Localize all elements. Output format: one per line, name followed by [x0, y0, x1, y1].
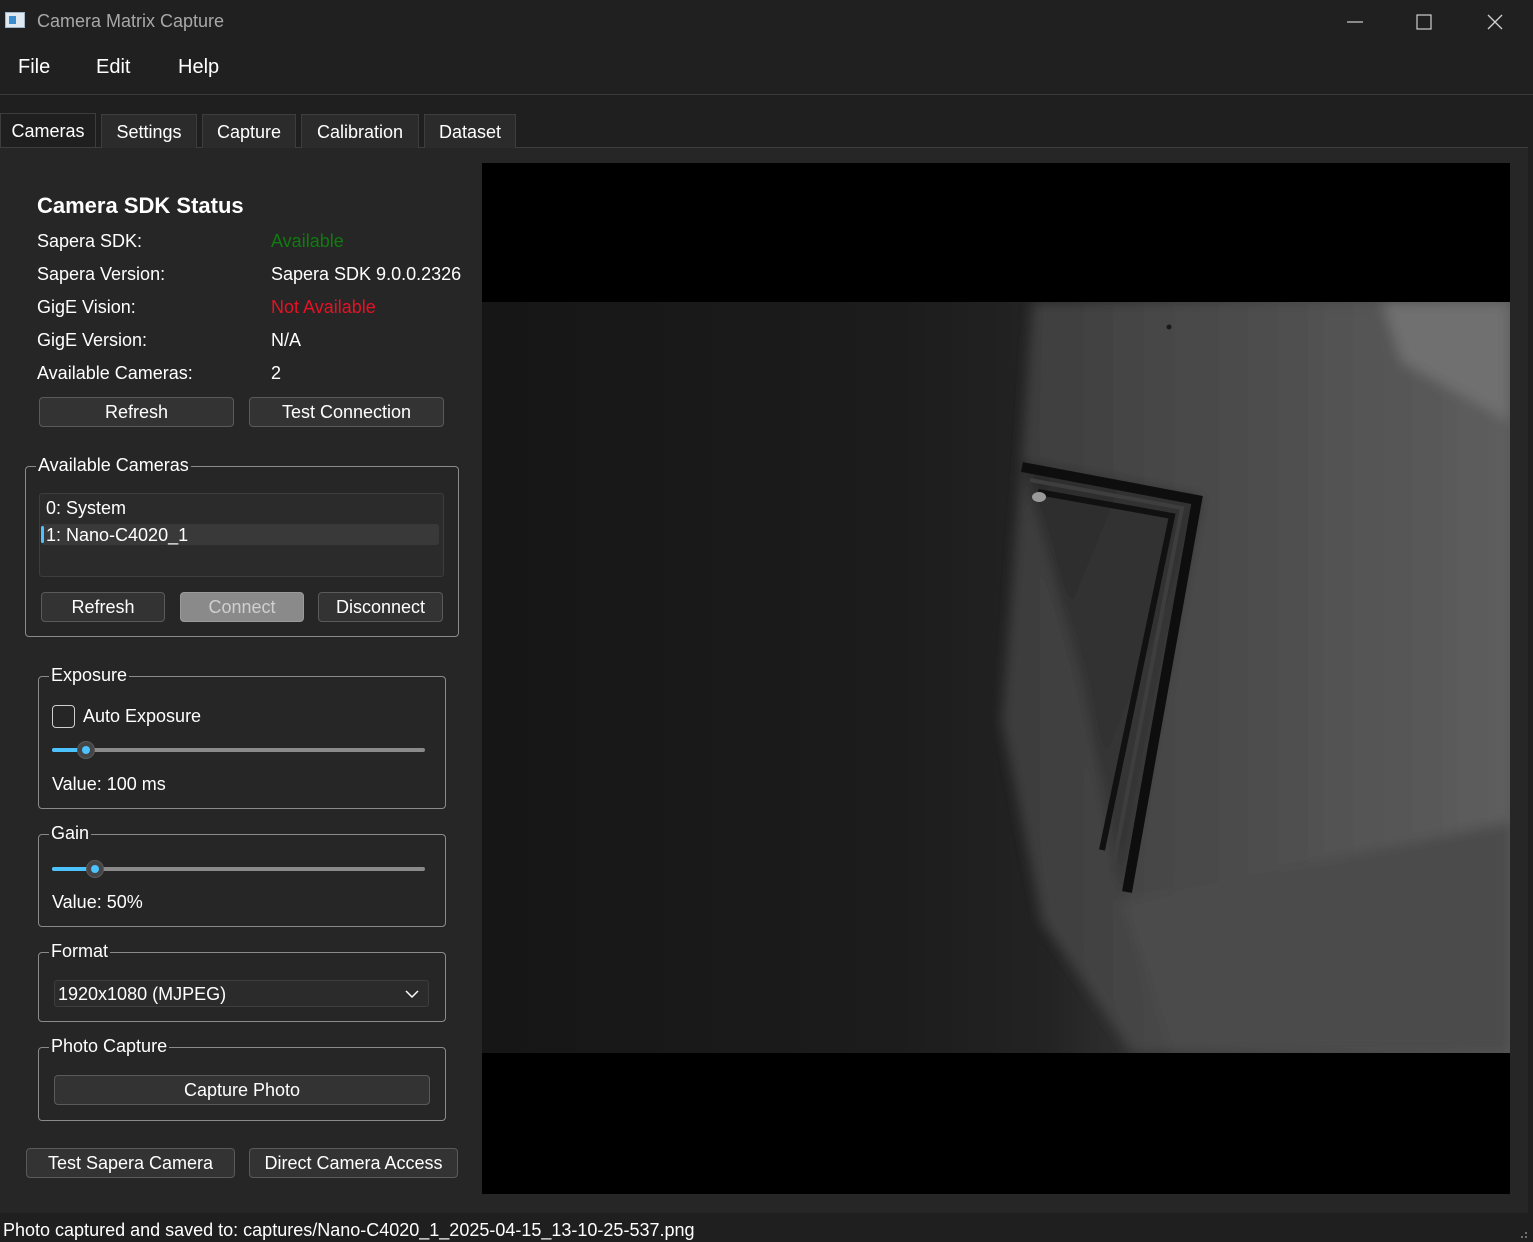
sapera-sdk-value: Available: [271, 231, 344, 251]
cameras-refresh-button[interactable]: Refresh: [41, 592, 165, 622]
available-cameras-title: Available Cameras: [36, 455, 191, 475]
exposure-slider-track: [52, 748, 425, 752]
gain-slider-thumb[interactable]: [86, 860, 104, 878]
photo-capture-title: Photo Capture: [49, 1036, 170, 1056]
gige-vision-label: GigE Vision:: [37, 297, 136, 317]
direct-camera-access-button[interactable]: Direct Camera Access: [249, 1148, 458, 1178]
chevron-down-icon: [405, 990, 419, 999]
sapera-version-value: Sapera SDK 9.0.0.2326: [271, 264, 462, 284]
camera-preview: [482, 163, 1510, 1194]
exposure-slider-thumb[interactable]: [77, 741, 95, 759]
format-select-value: 1920x1080 (MJPEG): [58, 984, 227, 1004]
test-connection-button[interactable]: Test Connection: [249, 397, 444, 427]
exposure-slider[interactable]: [52, 741, 425, 759]
gain-slider-track: [52, 867, 425, 871]
sapera-sdk-label: Sapera SDK:: [37, 231, 143, 251]
gain-title: Gain: [49, 823, 92, 843]
capture-photo-button[interactable]: Capture Photo: [54, 1075, 430, 1105]
auto-exposure-checkbox[interactable]: [52, 705, 75, 728]
window-title: Camera Matrix Capture: [37, 11, 225, 31]
gige-vision-value: Not Available: [271, 297, 376, 317]
menu-help[interactable]: Help: [178, 56, 219, 79]
sdk-refresh-button[interactable]: Refresh: [39, 397, 234, 427]
menu-bar: [0, 44, 1533, 95]
camera-list-item[interactable]: 0: System: [46, 498, 126, 519]
minimize-button[interactable]: [1320, 0, 1390, 44]
disconnect-button[interactable]: Disconnect: [318, 592, 443, 622]
camera-list-item-selected[interactable]: 1: Nano-C4020_1: [46, 525, 188, 546]
tab-settings[interactable]: Settings: [101, 114, 197, 148]
gige-version-label: GigE Version:: [37, 330, 148, 350]
status-message: Photo captured and saved to: captures/Na…: [3, 1220, 695, 1240]
tab-capture[interactable]: Capture: [202, 114, 296, 148]
sdk-status-heading: Camera SDK Status: [37, 193, 244, 218]
selection-indicator: [41, 526, 44, 543]
format-title: Format: [49, 941, 111, 961]
close-button[interactable]: [1460, 0, 1530, 44]
menu-file[interactable]: File: [18, 56, 50, 79]
gain-value: Value: 50%: [52, 892, 143, 912]
format-select[interactable]: 1920x1080 (MJPEG): [54, 980, 429, 1007]
tab-dataset[interactable]: Dataset: [424, 114, 516, 148]
gain-group: [38, 834, 446, 927]
tab-cameras[interactable]: Cameras: [0, 113, 96, 147]
tab-calibration[interactable]: Calibration: [301, 114, 419, 148]
available-cameras-count-value: 2: [271, 363, 282, 383]
sapera-version-label: Sapera Version:: [37, 264, 166, 284]
app-icon: [5, 12, 25, 28]
test-sapera-camera-button[interactable]: Test Sapera Camera: [26, 1148, 235, 1178]
connect-button[interactable]: Connect: [180, 592, 304, 622]
auto-exposure-label: Auto Exposure: [83, 706, 202, 726]
exposure-value: Value: 100 ms: [52, 774, 166, 794]
maximize-icon: [1416, 14, 1432, 30]
camera-frame-image: [482, 302, 1510, 1053]
close-icon: [1487, 14, 1503, 30]
camera-frame-scene: [1002, 302, 1510, 1053]
available-cameras-count-label: Available Cameras:: [37, 363, 193, 383]
exposure-title: Exposure: [49, 665, 130, 685]
title-bar: [0, 0, 1533, 44]
gain-slider[interactable]: [52, 860, 425, 878]
gige-version-value: N/A: [271, 330, 302, 350]
menu-edit[interactable]: Edit: [96, 56, 130, 79]
maximize-button[interactable]: [1389, 0, 1459, 44]
resize-grip-icon[interactable]: [1515, 1226, 1529, 1240]
minimize-icon: [1347, 21, 1363, 23]
